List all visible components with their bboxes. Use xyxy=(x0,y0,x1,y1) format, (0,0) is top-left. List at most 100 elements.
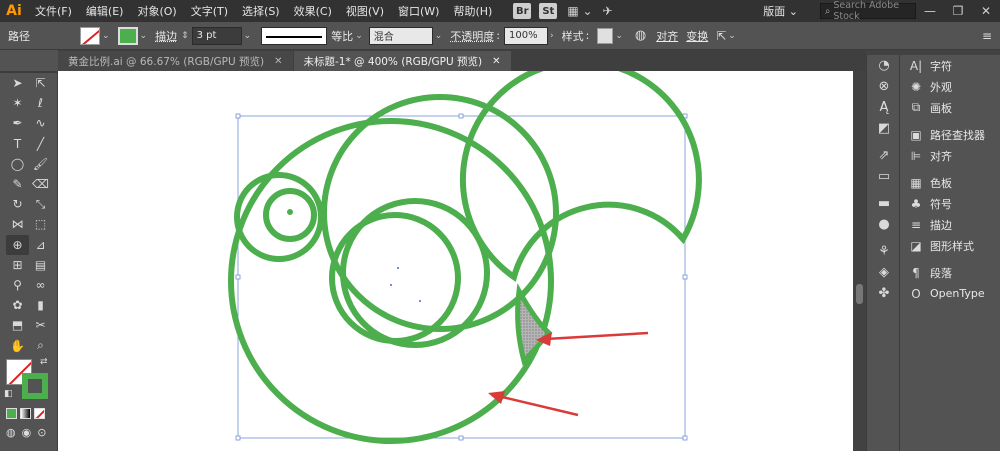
lasso-tool-icon[interactable]: ℓ xyxy=(29,93,52,113)
panel-opentype[interactable]: O OpenType xyxy=(901,283,1000,304)
isolate-icon[interactable]: ⇱ xyxy=(716,29,726,43)
symbol-sprayer-tool-icon[interactable]: ✿ xyxy=(6,295,29,315)
draw-normal-icon[interactable]: ◍ xyxy=(6,426,16,439)
panel-swatches[interactable]: ▦ 色板 xyxy=(901,172,1000,193)
draw-inside-icon[interactable]: ⊙ xyxy=(37,426,46,439)
panel-character[interactable]: A| 字符 xyxy=(901,55,1000,76)
stroke-color-chip[interactable] xyxy=(22,373,48,399)
workspace-switcher[interactable]: 版面 ⌄ xyxy=(757,3,804,19)
stroke-swatch[interactable] xyxy=(117,26,138,45)
close-icon[interactable]: ✕ xyxy=(492,56,500,67)
eyedropper-tool-icon[interactable]: ⚲ xyxy=(6,275,29,295)
brushes-icon[interactable]: ✤ xyxy=(867,283,901,304)
eraser-tool-icon[interactable]: ⌫ xyxy=(29,174,52,194)
brush-field[interactable]: 混合 xyxy=(368,26,433,45)
align-link[interactable]: 对齐 xyxy=(656,28,678,44)
swap-colors-icon[interactable]: ⇄ xyxy=(40,357,48,367)
opacity-field[interactable]: 100% xyxy=(504,26,548,45)
tab-untitled[interactable]: 未标题-1* @ 400% (RGB/GPU 预览) ✕ xyxy=(293,51,511,71)
more-options-icon[interactable]: ⌄ xyxy=(728,31,736,41)
opacity-label[interactable]: 不透明度 xyxy=(450,28,494,44)
profile-dropdown-icon[interactable]: ⌄ xyxy=(355,31,363,41)
panel-align[interactable]: ⊫ 对齐 xyxy=(901,145,1000,166)
ellipse-tool-icon[interactable]: ◯ xyxy=(6,154,29,174)
opacity-arrow-icon[interactable]: › xyxy=(550,31,554,41)
close-button[interactable]: ✕ xyxy=(972,4,1000,18)
type-tool-icon[interactable]: T xyxy=(6,134,29,154)
artboard-tool-icon[interactable]: ⬒ xyxy=(6,315,29,335)
eye-outer-circle[interactable] xyxy=(234,172,324,262)
artboard[interactable] xyxy=(58,71,853,451)
document-info-icon[interactable]: ▭ xyxy=(867,166,901,187)
minimize-button[interactable]: — xyxy=(916,4,944,18)
color-mode-icon[interactable] xyxy=(6,408,17,419)
menu-file[interactable]: 文件(F) xyxy=(28,3,79,19)
mesh-tool-icon[interactable]: ⊞ xyxy=(6,255,29,275)
width-tool-icon[interactable]: ⋈ xyxy=(6,214,29,234)
draw-behind-icon[interactable]: ◉ xyxy=(22,426,32,439)
stroke-dropdown-icon[interactable]: ⌄ xyxy=(140,31,148,41)
menu-help[interactable]: 帮助(H) xyxy=(446,3,499,19)
menu-select[interactable]: 选择(S) xyxy=(235,3,287,19)
bridge-button[interactable]: Br xyxy=(513,3,532,19)
rotate-tool-icon[interactable]: ↻ xyxy=(6,194,29,214)
fill-dropdown-icon[interactable]: ⌄ xyxy=(102,31,110,41)
bbox-handle[interactable] xyxy=(235,113,241,119)
libraries-icon[interactable]: ⚘ xyxy=(867,241,901,262)
zoom-tool-icon[interactable]: ⌕ xyxy=(29,335,52,355)
arrange-documents-icon[interactable]: ▦ ⌄ xyxy=(567,4,592,18)
panel-artboards[interactable]: ⧉ 画板 xyxy=(901,97,1000,118)
gradient-panel-icon[interactable]: ▬ xyxy=(867,193,901,214)
panel-appearance[interactable]: ✺ 外观 xyxy=(901,76,1000,97)
graphic-style-swatch[interactable] xyxy=(597,27,614,44)
fill-swatch[interactable] xyxy=(80,26,100,45)
magic-wand-tool-icon[interactable]: ✶ xyxy=(6,93,29,113)
character-styles-icon[interactable]: Ą xyxy=(867,97,901,118)
stroke-weight-stepper[interactable]: ⇕ xyxy=(181,31,189,41)
crescent-wing[interactable] xyxy=(459,71,702,282)
bbox-handle[interactable] xyxy=(458,113,464,119)
panel-symbols[interactable]: ♣ 符号 xyxy=(901,193,1000,214)
gradient-mode-icon[interactable] xyxy=(20,408,31,419)
variable-width-profile[interactable] xyxy=(261,26,328,45)
menu-object[interactable]: 对象(O) xyxy=(130,3,183,19)
scrollbar-thumb[interactable] xyxy=(856,284,863,304)
perspective-grid-tool-icon[interactable]: ⊿ xyxy=(29,235,52,255)
export-icon[interactable]: ⇗ xyxy=(867,145,901,166)
column-graph-tool-icon[interactable]: ▮ xyxy=(29,295,52,315)
panel-graphic-styles[interactable]: ◪ 图形样式 xyxy=(901,235,1000,256)
menu-edit[interactable]: 编辑(E) xyxy=(79,3,131,19)
tab-golden-ratio[interactable]: 黄金比例.ai @ 66.67% (RGB/GPU 预览) ✕ xyxy=(58,51,293,71)
recolor-artwork-icon[interactable]: ◍ xyxy=(635,28,646,43)
bbox-handle[interactable] xyxy=(235,274,241,280)
gradient-tool-icon[interactable]: ▤ xyxy=(29,255,52,275)
close-icon[interactable]: ✕ xyxy=(274,56,282,67)
stroke-label[interactable]: 描边 xyxy=(155,28,177,44)
transform-link[interactable]: 变换 xyxy=(686,28,708,44)
bbox-handle[interactable] xyxy=(682,274,688,280)
panel-paragraph[interactable]: ¶ 段落 xyxy=(901,262,1000,283)
canvas-area[interactable] xyxy=(58,71,853,451)
none-mode-icon[interactable] xyxy=(34,408,45,419)
direct-selection-tool-icon[interactable]: ⇱ xyxy=(29,73,52,93)
selection-tool-icon[interactable]: ➤ xyxy=(6,73,29,93)
layers-icon[interactable]: ◈ xyxy=(867,262,901,283)
bbox-handle[interactable] xyxy=(235,435,241,441)
panel-pathfinder[interactable]: ▣ 路径查找器 xyxy=(901,124,1000,145)
maximize-button[interactable]: ❐ xyxy=(944,4,972,18)
menu-type[interactable]: 文字(T) xyxy=(184,3,235,19)
transparency-icon[interactable]: ◩ xyxy=(867,118,901,139)
pen-tool-icon[interactable]: ✒ xyxy=(6,113,29,133)
panel-stroke[interactable]: ≡ 描边 xyxy=(901,214,1000,235)
paintbrush-tool-icon[interactable]: 🖌 xyxy=(29,154,52,174)
scale-tool-icon[interactable]: ⤡ xyxy=(29,194,52,214)
bbox-handle[interactable] xyxy=(682,435,688,441)
stroke-weight-field[interactable]: 3 pt xyxy=(191,26,242,45)
default-colors-icon[interactable]: ◧ xyxy=(4,389,13,399)
shaper-tool-icon[interactable]: ✎ xyxy=(6,174,29,194)
panel-menu-icon[interactable]: ≡ xyxy=(982,29,992,43)
stroke-weight-dropdown-icon[interactable]: ⌄ xyxy=(244,31,252,41)
brush-dropdown-icon[interactable]: ⌄ xyxy=(435,31,443,41)
style-dropdown-icon[interactable]: ⌄ xyxy=(615,31,623,41)
gpu-performance-icon[interactable]: ✈ xyxy=(603,4,613,18)
